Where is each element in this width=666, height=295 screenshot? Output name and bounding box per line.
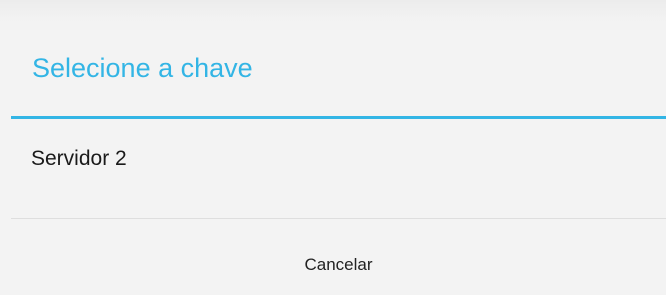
- button-bar: Cancelar: [11, 219, 666, 295]
- cancel-button[interactable]: Cancelar: [11, 219, 666, 295]
- screen: Selecione a chave Servidor 2 Cancelar: [0, 0, 666, 295]
- select-key-dialog: Selecione a chave Servidor 2 Cancelar: [11, 22, 666, 295]
- dialog-header: Selecione a chave: [11, 22, 666, 116]
- key-list: Servidor 2: [11, 119, 666, 218]
- dialog-title: Selecione a chave: [32, 53, 253, 83]
- cancel-button-label: Cancelar: [304, 255, 373, 274]
- list-item-label: Servidor 2: [31, 147, 127, 170]
- list-item-servidor-2[interactable]: Servidor 2: [11, 119, 666, 197]
- background-shade: [0, 0, 666, 22]
